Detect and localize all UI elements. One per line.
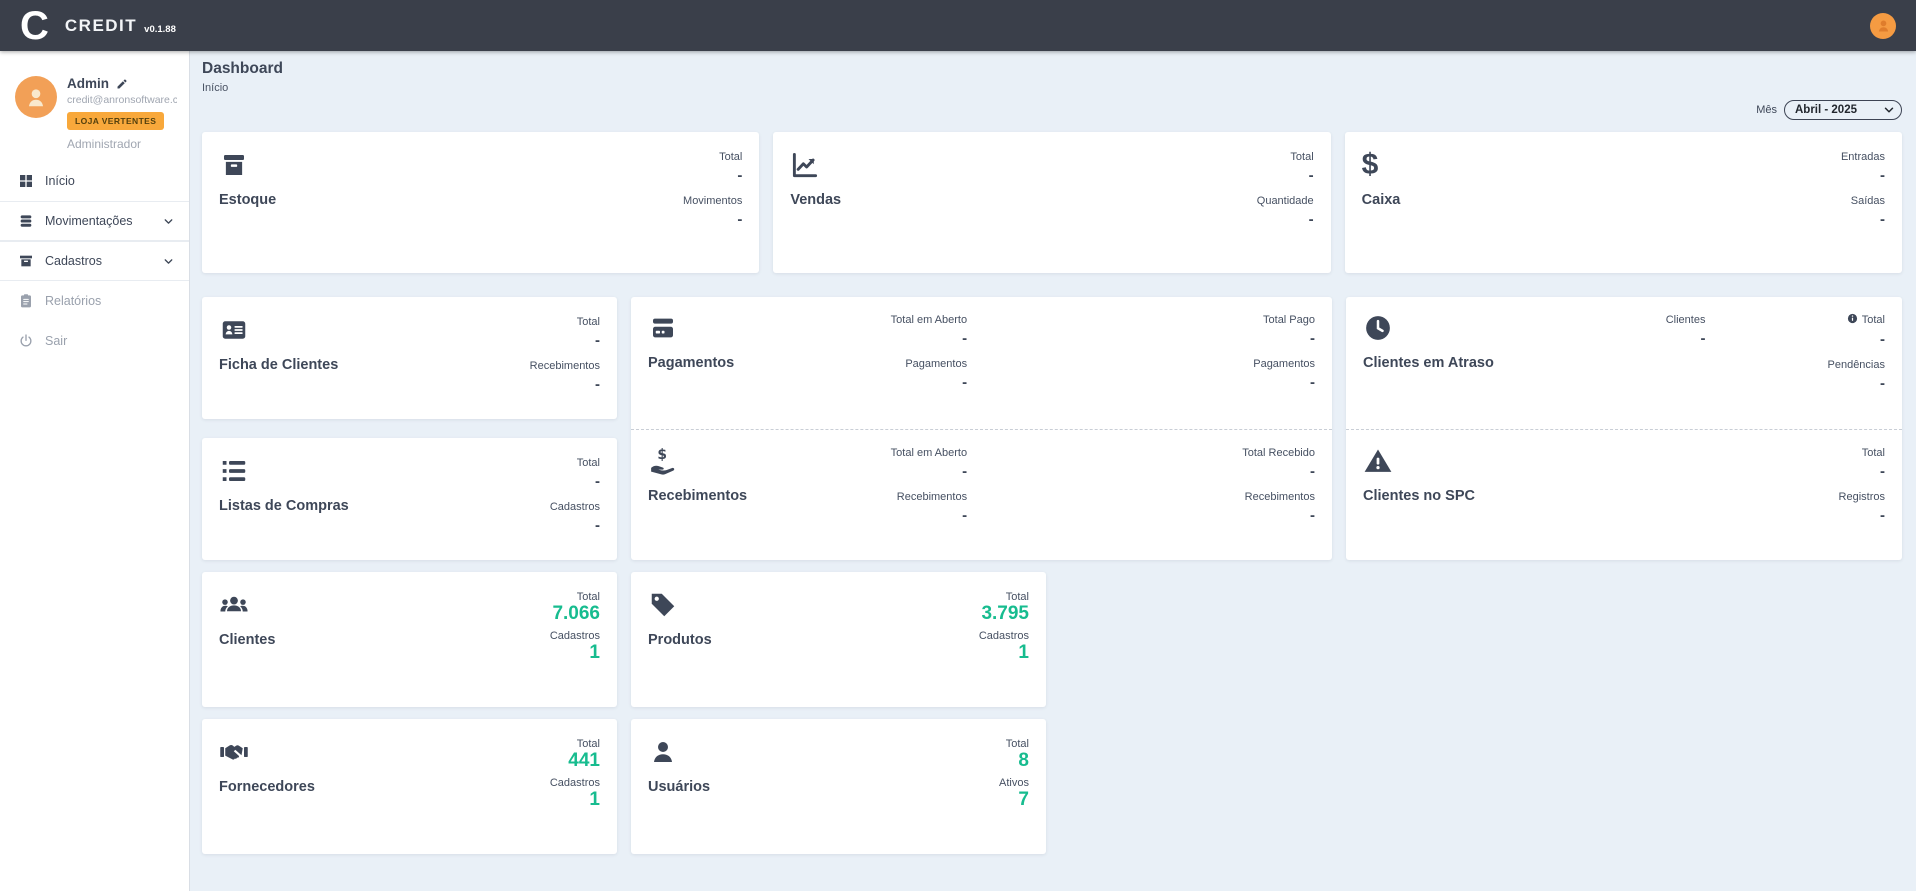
list-icon [219,456,249,486]
clock-icon [1363,313,1393,343]
svg-text:$: $ [657,447,667,463]
card-title: Usuários [648,779,710,795]
section-clientes-no-spc: Clientes no SPC Total - Registros - [1346,429,1902,561]
sidebar-item-label: Início [45,174,75,188]
chevron-down-icon [1883,104,1895,116]
card-estoque: Estoque Total - Movimentos - [202,132,759,273]
warning-triangle-icon [1363,446,1393,476]
card-stats: Total - Quantidade - [1257,150,1314,255]
grid-icon [18,173,34,189]
sidebar-item-label: Cadastros [45,254,102,268]
section-clientes-em-atraso: Clientes em Atraso Clientes - Total - Pe… [1346,297,1902,429]
main-content: Dashboard Início Mês Abril - 2025 Estoqu… [190,51,1916,891]
card-caixa: $ Caixa Entradas - Saídas - [1345,132,1902,273]
card-title: Listas de Compras [219,498,349,514]
card-listas-de-compras: Listas de Compras Total - Cadastros - [202,438,617,560]
card-stats: Total em Aberto - Pagamentos - Total Pag… [818,313,1315,413]
card-stats: Total 3.795 Cadastros 1 [979,590,1029,689]
user-name: Admin [67,76,109,91]
sidebar-item-movimentacoes[interactable]: Movimentações [0,201,189,241]
user-avatar-icon[interactable] [1870,13,1896,39]
app-version: v0.1.88 [144,24,176,35]
card-title: Caixa [1362,192,1401,208]
card-title: Pagamentos [648,355,734,371]
section-recebimentos: $ Recebimentos Total em Aberto - Recebim… [631,429,1332,561]
card-stats: Total em Aberto - Recebimentos - Total R… [818,446,1315,545]
card-fornecedores: Fornecedores Total 441 Cadastros 1 [202,719,617,854]
user-panel: Admin credit@anronsoftware.co... LOJA VE… [0,51,189,151]
store-badge: LOJA VERTENTES [67,112,164,130]
card-title: Recebimentos [648,488,747,504]
sidebar-nav: Início Movimentações Cadastros Relatório… [0,161,189,361]
dollar-icon: $ [1362,150,1379,180]
card-stats: Total 8 Ativos 7 [999,737,1029,836]
credit-card-icon [648,313,678,343]
card-title: Clientes no SPC [1363,488,1475,504]
month-select[interactable]: Abril - 2025 [1784,100,1902,120]
card-stats: Total 7.066 Cadastros 1 [550,590,600,689]
chevron-down-icon [162,215,175,228]
topbar: C CREDIT v0.1.88 [0,0,1916,51]
box-icon [18,253,34,269]
card-title: Estoque [219,192,276,208]
sidebar-item-label: Sair [45,334,67,348]
card-stats: Total - Cadastros - [550,456,600,542]
card-pagamentos-recebimentos: Pagamentos Total em Aberto - Pagamentos … [631,297,1332,560]
section-pagamentos: Pagamentos Total em Aberto - Pagamentos … [631,297,1332,429]
user-email: credit@anronsoftware.co... [67,94,177,106]
clipboard-icon [18,293,34,309]
card-stats: Total 441 Cadastros 1 [550,737,600,836]
id-card-icon [219,315,249,345]
chart-line-icon [790,150,820,180]
brand-name: CREDIT [65,16,137,36]
power-icon [18,333,34,349]
card-stats: Total - Recebimentos - [530,315,600,401]
card-stats: Clientes - Total - Pendências - [1533,313,1885,413]
card-title: Produtos [648,632,712,648]
hand-holding-dollar-icon: $ [648,446,678,476]
card-title: Clientes em Atraso [1363,355,1494,371]
sidebar-item-inicio[interactable]: Início [0,161,189,201]
sidebar-item-cadastros[interactable]: Cadastros [0,241,189,281]
user-icon [648,737,678,767]
card-vendas: Vendas Total - Quantidade - [773,132,1330,273]
sidebar-item-relatorios[interactable]: Relatórios [0,281,189,321]
month-filter-label: Mês [1756,104,1777,116]
info-icon[interactable] [1847,313,1858,328]
archive-box-icon [219,150,249,180]
card-stats: Entradas - Saídas - [1841,150,1885,255]
month-select-value: Abril - 2025 [1795,104,1857,116]
page-title: Dashboard [202,60,1902,78]
card-produtos: Produtos Total 3.795 Cadastros 1 [631,572,1046,707]
empty-area [1060,572,1902,854]
card-title: Vendas [790,192,841,208]
profile-avatar [15,76,57,118]
card-title: Ficha de Clientes [219,357,338,373]
card-ficha-de-clientes: Ficha de Clientes Total - Recebimentos - [202,297,617,419]
card-title: Fornecedores [219,779,315,795]
card-clientes-atraso-spc: Clientes em Atraso Clientes - Total - Pe… [1346,297,1902,560]
logo-icon: C [20,6,49,46]
card-usuarios: Usuários Total 8 Ativos 7 [631,719,1046,854]
sidebar-item-label: Relatórios [45,294,101,308]
card-stats: Total - Movimentos - [683,150,742,255]
user-role: Administrador [67,137,177,151]
sidebar: Admin credit@anronsoftware.co... LOJA VE… [0,51,190,891]
users-icon [219,590,249,620]
edit-pencil-icon[interactable] [116,78,128,90]
database-icon [18,213,34,229]
handshake-icon [219,737,249,767]
card-stats: Total - Registros - [1533,446,1885,545]
tag-icon [648,590,678,620]
sidebar-item-sair[interactable]: Sair [0,321,189,361]
breadcrumb: Início [202,82,1902,94]
chevron-down-icon [162,255,175,268]
card-title: Clientes [219,632,275,648]
card-clientes: Clientes Total 7.066 Cadastros 1 [202,572,617,707]
sidebar-item-label: Movimentações [45,214,133,228]
